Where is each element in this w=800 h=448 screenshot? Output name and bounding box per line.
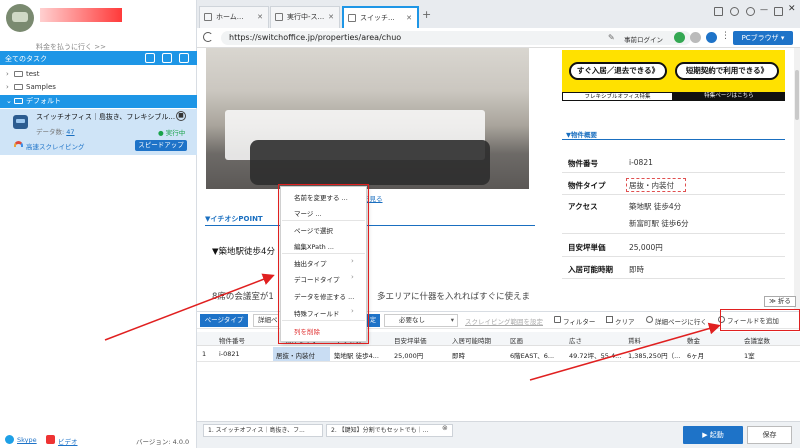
close-icon[interactable]: ⊗ [442,424,448,432]
callout-arrow [529,322,721,381]
task-tab[interactable]: 1. スイッチオフィス｜島抜き、フ... [203,424,323,437]
save-button[interactable]: 保存 [747,426,792,444]
callout-arrows [104,273,721,381]
callout-arrow [104,273,275,341]
task-tab-active[interactable]: 2. 【鍵知】分割でもセットでも｜... [326,424,453,437]
start-button[interactable]: ▶ 起動 [683,426,743,444]
